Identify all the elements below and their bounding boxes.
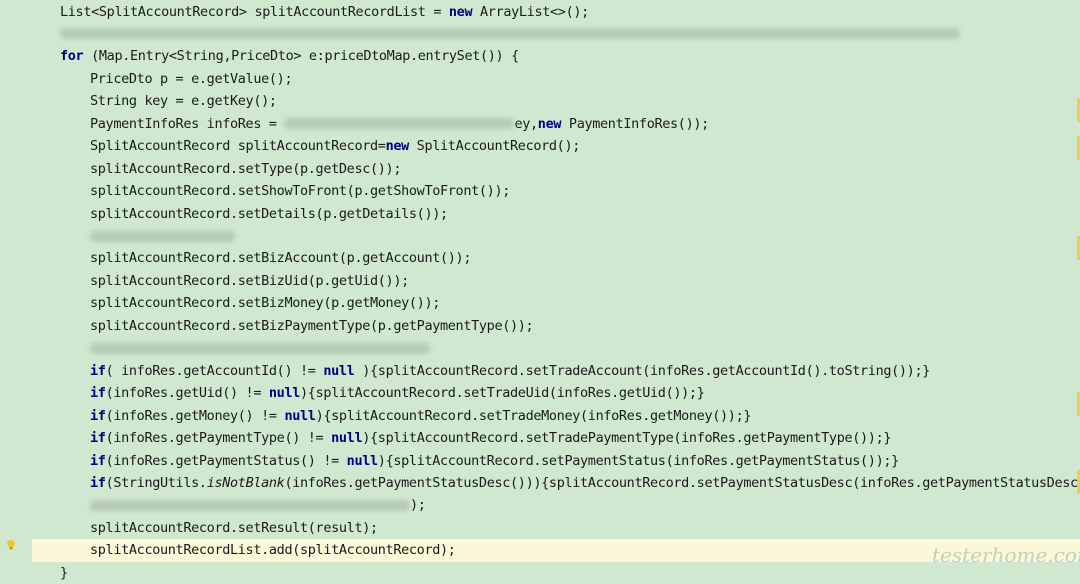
code-line[interactable]: String key = e.getKey(); [32,90,1080,112]
watermark: testerhome.com [932,543,1080,567]
code-token: splitAccountRecord.setBizAccount(p.getAc… [90,250,472,267]
code-line[interactable]: if(StringUtils.isNotBlank(infoRes.getPay… [32,472,1080,494]
code-token: splitAccountRecord.setResult(result); [90,519,378,536]
lightbulb-icon[interactable] [6,539,16,551]
code-token: ( infoRes.getAccountId() != [105,362,324,379]
redacted-text [60,28,960,40]
code-token: ArrayList<>(); [472,3,589,20]
code-token: ); [410,497,426,514]
code-token: (Map.Entry<String,PriceDto> e:priceDtoMa… [83,48,519,65]
code-keyword: null [284,407,316,424]
code-line[interactable]: splitAccountRecord.setResult(result); [32,517,1080,539]
code-token: splitAccountRecordList.add(splitAccountR… [90,542,456,559]
code-token: (infoRes.getPaymentStatusDesc())){splitA… [284,474,1080,491]
code-token: ){splitAccountRecord.setTradePaymentType… [362,430,892,447]
code-token: ){splitAccountRecord.setTradeAccount(inf… [354,362,931,379]
code-editor[interactable]: List<SplitAccountRecord> splitAccountRec… [32,0,1080,581]
code-line[interactable]: SplitAccountRecord splitAccountRecord=ne… [32,135,1080,157]
code-line[interactable]: splitAccountRecord.setShowToFront(p.getS… [32,180,1080,202]
code-token: PaymentInfoRes()); [561,115,709,132]
code-keyword: if [90,362,106,379]
code-token: ){splitAccountRecord.setPaymentStatus(in… [377,452,899,469]
code-token: } [60,564,68,581]
code-token: List<SplitAccountRecord> splitAccountRec… [60,3,449,20]
code-token: SplitAccountRecord(); [408,138,581,155]
code-keyword: new [385,138,410,155]
code-line[interactable] [32,225,1080,247]
code-token: SplitAccountRecord splitAccountRecord= [90,138,386,155]
code-token: ){splitAccountRecord.setTradeMoney(infoR… [315,407,752,424]
code-line[interactable]: splitAccountRecord.setDetails(p.getDetai… [32,203,1080,225]
code-keyword: new [537,115,562,132]
code-line[interactable]: List<SplitAccountRecord> splitAccountRec… [32,1,1080,23]
code-line[interactable]: splitAccountRecord.setBizPaymentType(p.g… [32,315,1080,337]
code-token: (StringUtils. [105,474,207,491]
code-token: (infoRes.getPaymentStatus() != [105,452,347,469]
code-keyword: new [448,3,473,20]
code-keyword: if [90,474,106,491]
code-token: splitAccountRecord.setDetails(p.getDetai… [90,205,448,222]
code-line[interactable]: if(infoRes.getMoney() != null){splitAcco… [32,405,1080,427]
code-line[interactable] [32,23,1080,45]
code-token: splitAccountRecord.setBizUid(p.getUid())… [90,272,409,289]
code-line[interactable]: PaymentInfoRes infoRes = ey,new PaymentI… [32,113,1080,135]
redacted-text [284,118,515,130]
code-token: splitAccountRecord.setBizMoney(p.getMone… [90,295,440,312]
code-keyword: null [346,452,378,469]
code-line[interactable]: if( infoRes.getAccountId() != null ){spl… [32,360,1080,382]
code-token: ){splitAccountRecord.setTradeUid(infoRes… [300,385,705,402]
code-keyword: for [60,48,84,65]
code-token: String key = e.getKey(); [90,93,277,110]
code-line[interactable]: splitAccountRecord.setBizMoney(p.getMone… [32,292,1080,314]
code-line[interactable]: ); [32,494,1080,516]
code-keyword: if [90,385,106,402]
code-token: ey, [514,115,538,132]
code-token: isNotBlank [206,474,285,491]
code-token: splitAccountRecord.setBizPaymentType(p.g… [90,317,534,334]
editor-gutter [0,0,32,581]
code-keyword: null [323,362,355,379]
code-line[interactable]: splitAccountRecord.setBizUid(p.getUid())… [32,270,1080,292]
code-line[interactable]: for (Map.Entry<String,PriceDto> e:priceD… [32,45,1080,67]
code-token: splitAccountRecord.setShowToFront(p.getS… [90,183,510,200]
code-line[interactable]: if(infoRes.getPaymentStatus() != null){s… [32,450,1080,472]
code-line[interactable]: splitAccountRecord.setType(p.getDesc()); [32,158,1080,180]
code-line[interactable]: if(infoRes.getPaymentType() != null){spl… [32,427,1080,449]
code-keyword: null [331,430,363,447]
code-token: splitAccountRecord.setType(p.getDesc()); [90,160,402,177]
code-keyword: if [90,452,106,469]
code-keyword: null [268,385,301,402]
code-line[interactable]: splitAccountRecord.setBizAccount(p.getAc… [32,247,1080,269]
code-token: PriceDto p = e.getValue(); [90,70,293,87]
code-keyword: if [90,430,106,447]
code-line[interactable]: splitAccountRecordList.add(splitAccountR… [32,539,1080,562]
code-token: (infoRes.getMoney() != [105,407,285,424]
redacted-text [90,499,410,511]
code-line[interactable]: if(infoRes.getUid() != null){splitAccoun… [32,382,1080,404]
code-token: (infoRes.getUid() != [105,385,269,402]
code-token: (infoRes.getPaymentType() != [105,430,332,447]
code-line[interactable]: PriceDto p = e.getValue(); [32,68,1080,90]
code-keyword: if [90,407,106,424]
redacted-text [90,342,430,354]
code-line[interactable] [32,337,1080,359]
code-token: PaymentInfoRes infoRes = [90,115,285,132]
redacted-text [90,230,235,242]
